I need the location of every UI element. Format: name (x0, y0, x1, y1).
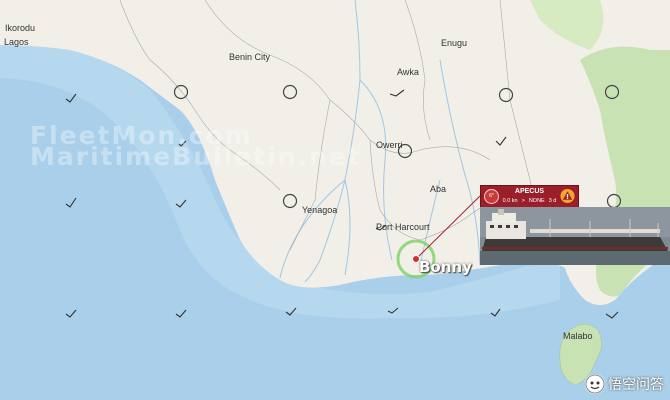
city-label-ikorodu: Ikorodu (5, 23, 36, 33)
city-label-enugu: Enugu (441, 38, 468, 48)
city-label-yenagoa: Yenagoa (302, 205, 338, 215)
vessel-age: 3 d (548, 198, 557, 204)
vessel-popup[interactable]: 6° APECUS 0.0 kn > NONE 3 d (480, 185, 579, 209)
city-label-aba: Aba (430, 184, 447, 194)
destination-arrow: > (521, 198, 525, 204)
city-label-malabo: Malabo (563, 331, 593, 341)
map-view[interactable]: FleetMon.com MaritimeBulletin.net Ikorod… (0, 0, 670, 400)
city-label-port-harcourt: Port Harcourt (376, 222, 430, 232)
vessel-speed: 0.0 kn (502, 198, 518, 204)
brand-watermark: 悟空问答 (585, 374, 664, 394)
vessel-photo[interactable] (480, 207, 670, 265)
vessel-destination: NONE (528, 198, 545, 204)
highlight-label-bonny: Bonny (419, 258, 472, 276)
city-label-owerri: Owerri (376, 140, 403, 150)
brand-text: 悟空问答 (608, 376, 664, 392)
wukong-logo-icon (585, 374, 605, 394)
city-label-lagos: Lagos (4, 37, 29, 47)
city-label-awka: Awka (397, 67, 419, 77)
city-label-benin-city: Benin City (229, 52, 271, 62)
warning-triangle-icon (560, 188, 575, 204)
watermark-maritimebulletin: MaritimeBulletin.net (30, 142, 362, 171)
